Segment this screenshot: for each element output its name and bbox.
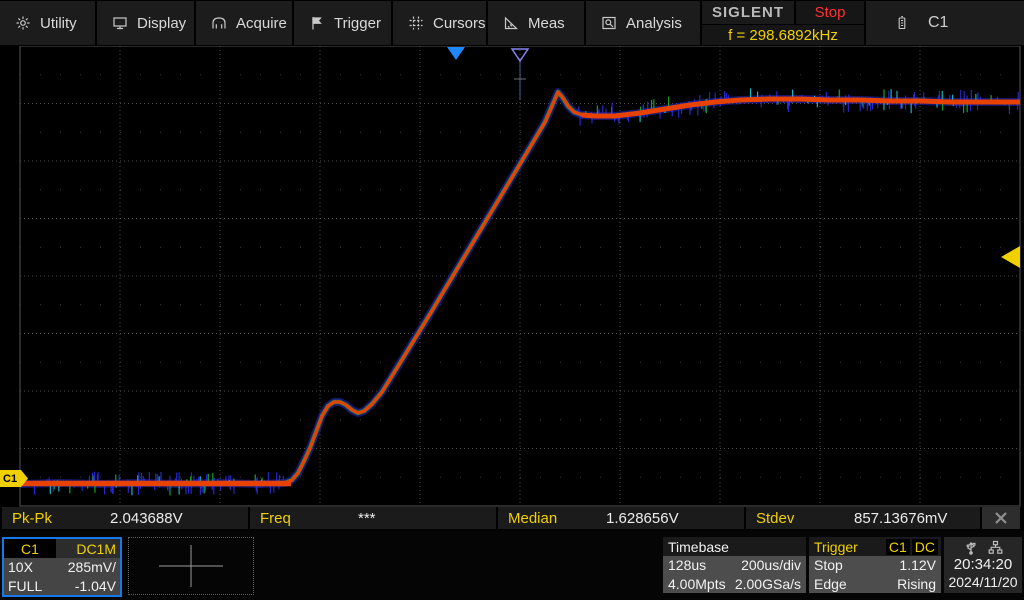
menu-trigger[interactable]: Trigger <box>294 1 391 45</box>
graticule <box>20 46 1020 506</box>
active-channel-indicator[interactable]: C1 <box>866 1 1024 45</box>
timebase-delay: 128us <box>668 557 706 573</box>
timebase-title: Timebase <box>668 539 729 555</box>
menu-meas-label: Meas <box>528 15 565 32</box>
lan-icon <box>988 540 1003 555</box>
measurement-label: Median <box>498 510 606 527</box>
channel1-coupling: DC1M <box>56 539 120 558</box>
measurement-label: Freq <box>250 510 358 527</box>
timebase-sample-rate: 2.00GSa/s <box>735 576 801 592</box>
menu-bar: Utility Display Acquire Trigger Cursors <box>0 0 1024 46</box>
menu-display-label: Display <box>137 15 186 32</box>
menu-meas[interactable]: Meas <box>488 1 584 45</box>
status-group: SIGLENT Stop f = 298.6892kHz <box>702 1 864 45</box>
trigger-coupling-chip: DC <box>912 539 938 555</box>
measure-triangle-icon <box>503 15 519 31</box>
measurement-label: Stdev <box>746 510 854 527</box>
measurement-stdev[interactable]: Stdev 857.13676mV <box>746 507 980 529</box>
channel1-scale: 285mV/ <box>68 559 116 575</box>
display-icon <box>112 15 128 31</box>
menu-analysis-label: Analysis <box>626 15 682 32</box>
menu-analysis[interactable]: Analysis <box>586 1 700 45</box>
close-measurements-button[interactable] <box>982 507 1020 529</box>
measurement-freq[interactable]: Freq *** <box>250 507 496 529</box>
menu-acquire-label: Acquire <box>236 15 287 32</box>
menu-trigger-label: Trigger <box>334 15 381 32</box>
active-channel-label: C1 <box>928 14 948 32</box>
trigger-level: 1.12V <box>899 557 936 573</box>
measurement-value: *** <box>358 510 376 527</box>
usb-icon <box>964 540 978 555</box>
measurement-pkpk[interactable]: Pk-Pk 2.043688V <box>2 507 248 529</box>
analysis-icon <box>601 15 617 31</box>
trigger-position-outline-marker[interactable] <box>512 49 528 100</box>
channel1-name-chip: C1 <box>4 539 56 558</box>
brand-logo: SIGLENT <box>702 1 794 24</box>
channel1-descriptor[interactable]: C1 DC1M 10X 285mV/ FULL -1.04V <box>2 537 122 597</box>
trigger-slope: Rising <box>897 576 936 592</box>
flag-icon <box>309 15 325 31</box>
measurement-median[interactable]: Median 1.628656V <box>498 507 744 529</box>
crosshair-icon <box>129 538 253 594</box>
measurement-value: 857.13676mV <box>854 510 947 527</box>
clock-date: 2024/11/20 <box>948 574 1017 591</box>
clock-time: 20:34:20 <box>954 555 1012 574</box>
bottom-status-bar: C1 DC1M 10X 285mV/ FULL -1.04V Timebase <box>0 530 1024 600</box>
trigger-source-chip: C1 <box>886 539 910 555</box>
trigger-descriptor[interactable]: Trigger C1 DC Stop 1.12V Edge Rising <box>809 537 941 593</box>
trigger-delay-marker-icon[interactable] <box>447 47 465 60</box>
measurement-bar: Pk-Pk 2.043688V Freq *** Median 1.628656… <box>0 507 1024 529</box>
channel1-probe: 10X <box>8 559 33 575</box>
frequency-counter: f = 298.6892kHz <box>702 25 864 45</box>
trigger-title: Trigger <box>814 539 858 555</box>
gear-icon <box>15 15 31 31</box>
acquire-icon <box>211 15 227 31</box>
menu-display[interactable]: Display <box>97 1 194 45</box>
channel-placeholder-slot[interactable] <box>128 537 254 595</box>
trigger-level-marker-icon[interactable] <box>1001 246 1020 268</box>
cursors-icon <box>408 15 424 31</box>
clock-panel: 20:34:20 2024/11/20 <box>944 537 1022 593</box>
menu-cursors-label: Cursors <box>433 15 486 32</box>
menu-cursors[interactable]: Cursors <box>393 1 486 45</box>
trigger-status: Stop <box>814 557 843 573</box>
channel1-offset: -1.04V <box>75 578 116 594</box>
measurement-label: Pk-Pk <box>2 510 110 527</box>
timebase-descriptor[interactable]: Timebase 128us 200us/div 4.00Mpts 2.00GS… <box>663 537 806 593</box>
menu-utility[interactable]: Utility <box>0 1 95 45</box>
close-icon <box>994 511 1008 525</box>
acquisition-status[interactable]: Stop <box>796 1 864 24</box>
menu-acquire[interactable]: Acquire <box>196 1 292 45</box>
timebase-scale: 200us/div <box>741 557 801 573</box>
trigger-type: Edge <box>814 576 847 592</box>
menu-utility-label: Utility <box>40 15 77 32</box>
oscilloscope-screen: C1 Utility Display Acquire Trigge <box>0 0 1024 600</box>
channel-list-icon <box>894 15 910 31</box>
timebase-memory-depth: 4.00Mpts <box>668 576 726 592</box>
measurement-value: 2.043688V <box>110 510 183 527</box>
channel1-bandwidth: FULL <box>8 578 42 594</box>
measurement-value: 1.628656V <box>606 510 679 527</box>
channel1-offset-label: C1 <box>3 473 17 485</box>
